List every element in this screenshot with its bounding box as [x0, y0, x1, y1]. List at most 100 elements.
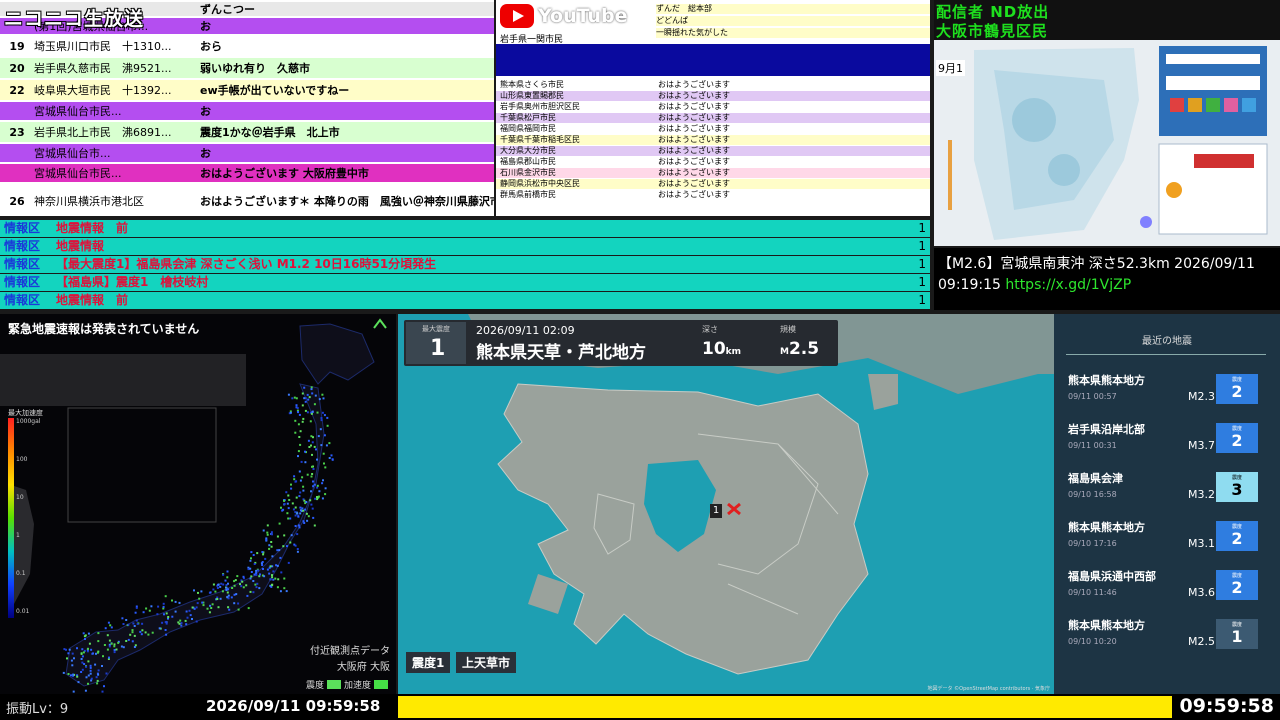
youtube-comment-author: 岩手県一関市民	[500, 35, 564, 45]
recent-earthquakes-panel: 最近の地震 熊本県熊本地方 09/11 00:57 M2.3 震度 2 岩手県沿岸北部 09…	[1054, 314, 1280, 694]
info-bar-count: 1	[918, 221, 926, 235]
youtube-comment-message: おはようございます	[658, 168, 730, 177]
depth-number: 10	[702, 339, 726, 359]
magnitude-label: 規模	[780, 325, 796, 334]
youtube-comment-author: 岩手県奥州市胆沢区民	[500, 102, 580, 111]
youtube-comment-message: おはようございます	[658, 124, 730, 133]
intensity-swatch	[326, 680, 341, 689]
divider	[1066, 354, 1266, 355]
youtube-comment-author: 熊本県さくら市民	[500, 80, 564, 89]
map-attribution: 地図データ ©OpenStreetMap contributors · 気象庁	[927, 686, 1050, 692]
intensity-badge-value: 2	[1231, 382, 1243, 401]
comment-row: 23 岩手県北上市民 沸6891... 震度1かな＠岩手県 北上市	[0, 122, 494, 142]
recent-earthquake-item[interactable]: 福島県浜通中西部 09/10 11:46 M3.6 震度 2	[1066, 566, 1276, 606]
recent-earthquake-item[interactable]: 岩手県沿岸北部 09/11 00:31 M3.7 震度 2	[1066, 419, 1276, 459]
youtube-banner	[496, 44, 930, 76]
youtube-comment-message: 一瞬揺れた気がした	[656, 28, 728, 37]
comment-number: 19	[9, 39, 25, 53]
scale-tick-label: 1	[16, 532, 20, 539]
comment-message: 震度1かな＠岩手県 北上市	[200, 126, 340, 139]
comment-row: 宮城県仙台市民... おはようございます 大阪府豊中市	[0, 164, 494, 182]
info-bar-text: 地震情報 前	[56, 221, 129, 235]
scale-tick-label: 0.1	[16, 570, 26, 577]
recent-quake-time: 09/10 10:20	[1068, 637, 1117, 646]
comment-message: 弱いゆれ有り 久慈市	[200, 62, 310, 75]
info-bar: 情報区 地震情報 1	[0, 238, 930, 255]
scale-tick-label: 1000gal	[16, 418, 41, 425]
japan-map-graphic	[0, 314, 396, 694]
comment-message: ずんこつー	[200, 3, 255, 16]
comment-message: おはようございます 大阪府豊中市	[200, 167, 369, 180]
info-bar: 情報区 【福島県】震度1 檜枝岐村 1	[0, 274, 930, 291]
quake-time: 2026/09/11 02:09	[476, 324, 575, 337]
recent-quake-region: 熊本県熊本地方	[1068, 374, 1145, 387]
status-bar: 振動Lv：9 2026/09/11 09:59:58 09:59:58	[0, 694, 1280, 720]
depth-value: 10km	[702, 339, 741, 359]
comment-number: 23	[9, 125, 25, 139]
intensity-badge-value: 2	[1231, 529, 1243, 548]
comment-message: おら	[200, 40, 222, 53]
intensity-legend-label: 震度	[305, 681, 324, 691]
comment-message: ew手帳が出ていないですねー	[200, 84, 350, 97]
youtube-comment-row: 静岡県浜松市中央区民 おはようございます	[496, 179, 930, 189]
recent-quake-time: 09/10 16:58	[1068, 490, 1117, 499]
youtube-comment-message: おはようございます	[658, 91, 730, 100]
youtube-comment-author: 千葉県松戸市民	[500, 113, 556, 122]
observed-city-tag: 上天草市	[456, 652, 517, 673]
youtube-wordmark: YouTube	[538, 5, 628, 27]
comment-message: お	[200, 147, 211, 160]
comment-author: 埼玉県川口市民 十1310...	[34, 40, 172, 53]
youtube-comment-panel: YouTube ずんだ 総本部 どどんぱ一瞬揺れた気がした岩手県一関市民 熊本県さく…	[496, 0, 930, 216]
depth-label: 深さ	[702, 325, 718, 334]
comment-number: 20	[9, 61, 25, 75]
recent-quake-intensity-badge: 震度 1	[1216, 619, 1258, 649]
earthquake-link[interactable]: https://x.gd/1VjZP	[1005, 277, 1131, 293]
info-bar: 情報区 地震情報 前 1	[0, 220, 930, 237]
comment-author: 宮城県仙台市民...	[34, 105, 122, 118]
youtube-comment-author: 千葉県千葉市稲毛区民	[500, 135, 580, 144]
intensity-badge-value: 3	[1231, 480, 1243, 499]
comment-number: 26	[9, 194, 25, 208]
streamer-info: 配信者 ND放出 大阪市鶴見区民	[934, 0, 1280, 40]
recent-quake-time: 09/11 00:57	[1068, 392, 1117, 401]
comment-author: 岩手県北上市民 沸6891...	[34, 126, 172, 139]
recent-quake-region: 熊本県熊本地方	[1068, 521, 1145, 534]
youtube-comment-row: 一瞬揺れた気がした	[656, 28, 930, 38]
comment-row: 宮城県仙台市... お	[0, 144, 494, 162]
recent-quake-magnitude: M2.5	[1188, 635, 1215, 648]
recent-earthquake-item[interactable]: 福島県会津 09/10 16:58 M3.2 震度 3	[1066, 468, 1276, 508]
recent-earthquake-item[interactable]: 熊本県熊本地方 09/10 17:16 M3.1 震度 2	[1066, 517, 1276, 557]
info-bar-text: 【福島県】震度1 檜枝岐村	[56, 275, 209, 289]
japan-acceleration-map: 緊急地震速報は発表されていません 最大加速度 1000gal 100 10 1 0.1 0…	[0, 314, 396, 694]
youtube-comment-author: 大分県大分市民	[500, 146, 556, 155]
youtube-comment-message: どどんぱ	[656, 16, 688, 25]
youtube-comment-author: 福岡県福岡市民	[500, 124, 556, 133]
rain-radar-map: 9月1	[934, 40, 1280, 246]
recent-quake-intensity-badge: 震度 3	[1216, 472, 1258, 502]
comment-row: 26 神奈川県横浜市港北区 おはようございます＊ 本降りの雨 風強い＠神奈川県藤沢市	[0, 184, 494, 216]
recent-quake-magnitude: M3.7	[1188, 439, 1215, 452]
magnitude-prefix: M	[780, 347, 789, 357]
youtube-comment-row: 石川県金沢市民 おはようございます	[496, 168, 930, 178]
youtube-comment-row: ずんだ 総本部	[656, 4, 930, 14]
youtube-comment-author: 静岡県浜松市中央区民	[500, 179, 580, 188]
youtube-play-icon	[500, 4, 534, 28]
recent-quake-region: 熊本県熊本地方	[1068, 619, 1145, 632]
recent-quake-region: 福島県浜通中西部	[1068, 570, 1156, 583]
youtube-comment-author: 山形県東置賜郡民	[500, 91, 564, 100]
recent-quake-intensity-badge: 震度 2	[1216, 423, 1258, 453]
comment-author: 岩手県久慈市民 沸9521...	[34, 62, 172, 75]
youtube-comment-author: 石川県金沢市民	[500, 168, 556, 177]
recent-earthquakes-title: 最近の地震	[1142, 336, 1192, 347]
comment-row: 20 岩手県久慈市民 沸9521... 弱いゆれ有り 久慈市	[0, 58, 494, 78]
max-intensity-value: 1	[430, 336, 446, 361]
recent-earthquake-item[interactable]: 熊本県熊本地方 09/11 00:57 M2.3 震度 2	[1066, 370, 1276, 410]
youtube-comment-row: 大分県大分市民 おはようございます	[496, 146, 930, 156]
signal-icon	[373, 318, 387, 329]
youtube-comment-row: 千葉県松戸市民 おはようございます	[496, 113, 930, 123]
info-bar-text: 【最大震度1】福島県会津 深さごく浅い M1.2 10日16時51分頃発生	[56, 257, 437, 271]
recent-earthquake-item[interactable]: 熊本県熊本地方 09/10 10:20 M2.5 震度 1	[1066, 615, 1276, 655]
info-bar-text: 地震情報 前	[56, 293, 129, 307]
observed-intensity-tag: 震度1	[406, 652, 451, 673]
latest-earthquake-ticker: 【M2.6】宮城県南東沖 深さ52.3km 2026/09/11 09:19:1…	[934, 248, 1280, 310]
